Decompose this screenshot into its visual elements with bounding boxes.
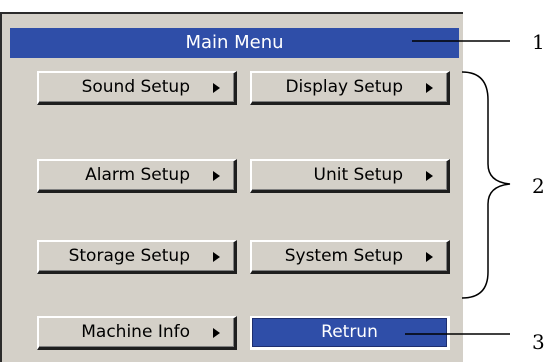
callout-number-2: 2 [532, 174, 545, 198]
callout-number-3: 3 [532, 330, 545, 354]
annotation-lines [405, 40, 511, 335]
callout-number-1: 1 [532, 30, 545, 54]
callout-2-brace [461, 71, 511, 299]
